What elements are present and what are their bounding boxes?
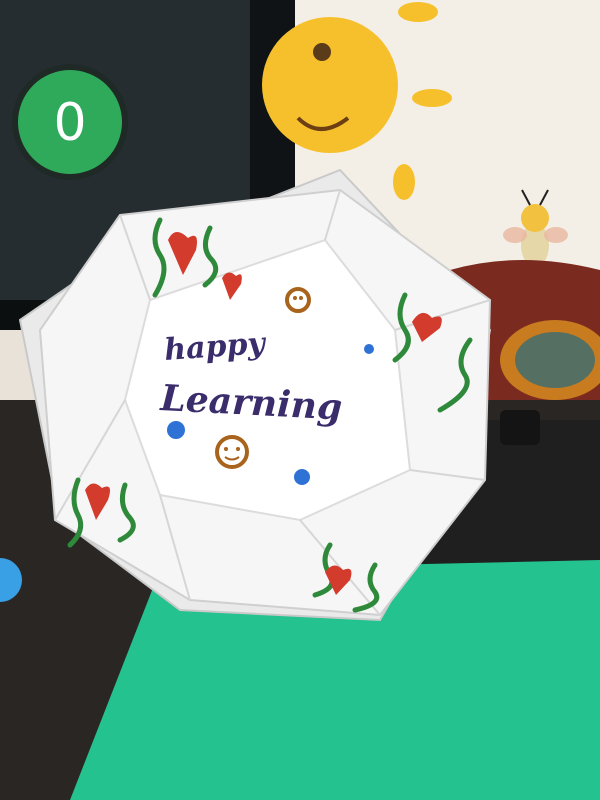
- keyboard-stand: [500, 410, 540, 445]
- photo-scene: 0 happy Learning: [0, 0, 600, 800]
- photo-canvas: 0 happy Learning: [0, 0, 600, 800]
- counter-value: 0: [53, 93, 86, 153]
- card-text-line1: happy: [163, 326, 268, 368]
- counter-badge: 0: [12, 64, 128, 180]
- blue-dot: [364, 344, 374, 354]
- blue-dot: [167, 421, 185, 439]
- blue-dot: [294, 469, 310, 485]
